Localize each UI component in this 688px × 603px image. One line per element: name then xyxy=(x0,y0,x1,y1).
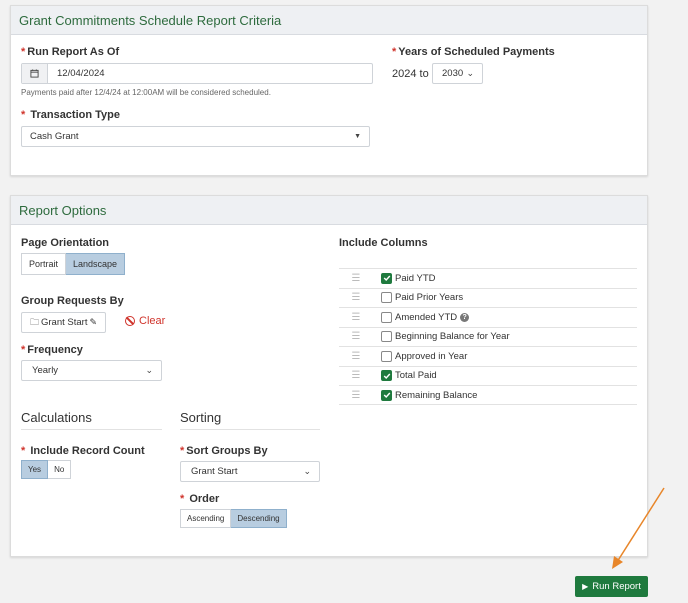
record-count-label: * Include Record Count xyxy=(21,445,145,457)
required-marker: * xyxy=(21,109,26,121)
check-icon xyxy=(383,275,390,282)
column-row: ☰ Beginning Balance for Year xyxy=(339,326,637,347)
column-label: Beginning Balance for Year xyxy=(395,331,510,343)
drag-handle-icon[interactable]: ☰ xyxy=(341,292,371,303)
drag-handle-icon[interactable]: ☰ xyxy=(341,370,371,381)
group-by-button[interactable]: 🗀 Grant Start ✎ xyxy=(21,312,106,333)
drag-handle-icon[interactable]: ☰ xyxy=(341,331,371,342)
column-label: Remaining Balance xyxy=(395,389,478,401)
column-checkbox[interactable] xyxy=(381,292,392,304)
clear-label: Clear xyxy=(139,315,166,327)
play-icon: ▶ xyxy=(582,582,589,591)
orientation-landscape-button[interactable]: Landscape xyxy=(66,253,126,275)
caret-down-icon: ▼ xyxy=(354,133,361,140)
drag-handle-icon[interactable]: ☰ xyxy=(341,312,371,323)
calendar-icon[interactable] xyxy=(22,64,48,83)
group-by-value: Grant Start xyxy=(41,317,88,328)
order-toggle: Ascending Descending xyxy=(180,509,287,528)
column-row: ☰ Total Paid xyxy=(339,365,637,386)
required-marker: * xyxy=(21,344,26,356)
column-row: ☰ Remaining Balance xyxy=(339,385,637,405)
page-orientation-label: Page Orientation xyxy=(21,237,110,249)
column-checkbox[interactable] xyxy=(381,350,392,362)
run-as-of-label: * Run Report As Of xyxy=(21,46,120,58)
order-ascending-button[interactable]: Ascending xyxy=(180,509,232,528)
frequency-label: * Frequency xyxy=(21,344,83,356)
record-count-toggle: Yes No xyxy=(21,460,72,479)
run-report-button[interactable]: ▶ Run Report xyxy=(575,576,648,597)
columns-bottom-divider xyxy=(339,404,637,405)
report-options-header: Report Options xyxy=(11,196,647,225)
criteria-title: Grant Commitments Schedule Report Criter… xyxy=(19,12,282,28)
years-to-value: 2030 xyxy=(442,68,464,79)
column-checkbox[interactable] xyxy=(381,370,392,382)
column-checkbox[interactable] xyxy=(381,272,392,284)
ban-icon xyxy=(125,316,135,326)
clear-group-button[interactable]: Clear xyxy=(125,315,165,327)
folder-icon: 🗀 xyxy=(29,316,39,327)
include-columns-label: Include Columns xyxy=(339,237,428,249)
column-row: ☰ Paid YTD xyxy=(339,268,637,288)
orientation-portrait-button[interactable]: Portrait xyxy=(21,253,67,275)
column-label: Total Paid xyxy=(395,370,437,382)
sort-groups-label: * Sort Groups By xyxy=(180,445,268,457)
chevron-down-icon: ⌄ xyxy=(303,466,311,476)
run-as-of-value: 12/04/2024 xyxy=(57,68,105,79)
drag-handle-icon[interactable]: ☰ xyxy=(341,273,371,284)
column-checkbox[interactable] xyxy=(381,389,392,401)
record-count-yes-button[interactable]: Yes xyxy=(21,460,49,479)
drag-handle-icon[interactable]: ☰ xyxy=(341,390,371,401)
column-label: Approved in Year xyxy=(395,350,468,362)
run-report-label: Run Report xyxy=(592,581,641,592)
run-as-of-help: Payments paid after 12/4/24 at 12:00AM w… xyxy=(21,88,271,97)
column-row: ☰ Approved in Year xyxy=(339,346,637,366)
required-marker: * xyxy=(21,445,26,457)
sort-groups-value: Grant Start xyxy=(191,466,238,477)
criteria-panel: Grant Commitments Schedule Report Criter… xyxy=(10,5,648,176)
drag-handle-icon[interactable]: ☰ xyxy=(341,351,371,362)
run-as-of-date-input[interactable]: 12/04/2024 xyxy=(21,63,373,84)
required-marker: * xyxy=(180,445,185,457)
chevron-down-icon: ⌄ xyxy=(145,365,153,375)
required-marker: * xyxy=(180,493,185,505)
required-marker: * xyxy=(21,46,26,58)
orientation-toggle: Portrait Landscape xyxy=(21,253,126,275)
years-to-select[interactable]: 2030 ⌄ xyxy=(432,63,483,84)
sort-groups-select[interactable]: Grant Start ⌄ xyxy=(180,461,320,482)
help-icon[interactable]: ? xyxy=(460,312,470,322)
check-icon xyxy=(383,373,390,379)
frequency-select[interactable]: Yearly ⌄ xyxy=(21,360,162,381)
transaction-type-label: * Transaction Type xyxy=(21,109,120,121)
column-row: ☰ Paid Prior Years xyxy=(339,287,637,308)
group-requests-label: Group Requests By xyxy=(21,295,124,307)
required-marker: * xyxy=(392,46,397,58)
column-checkbox[interactable] xyxy=(381,311,392,323)
transaction-type-value: Cash Grant xyxy=(30,131,79,142)
annotation-arrow xyxy=(612,487,665,569)
check-icon xyxy=(383,392,390,399)
criteria-panel-header: Grant Commitments Schedule Report Criter… xyxy=(11,6,647,35)
calculations-title: Calculations xyxy=(21,410,162,430)
column-label: Amended YTD xyxy=(395,311,458,323)
chevron-down-icon: ⌄ xyxy=(466,68,474,78)
years-label: * Years of Scheduled Payments xyxy=(392,46,555,58)
transaction-type-select[interactable]: Cash Grant ▼ xyxy=(21,126,370,147)
report-options-title: Report Options xyxy=(19,202,107,218)
frequency-value: Yearly xyxy=(32,365,59,376)
order-descending-button[interactable]: Descending xyxy=(231,509,287,528)
sorting-title: Sorting xyxy=(180,410,320,430)
pencil-icon: ✎ xyxy=(89,317,98,327)
column-checkbox[interactable] xyxy=(381,331,392,343)
column-label: Paid Prior Years xyxy=(395,292,464,304)
order-label: * Order xyxy=(180,493,220,505)
column-row: ☰ Amended YTD? xyxy=(339,307,637,327)
column-label: Paid YTD xyxy=(395,272,436,284)
report-options-panel: Report Options Page Orientation Portrait… xyxy=(10,195,648,557)
years-from-text: 2024 to xyxy=(392,68,429,80)
record-count-no-button[interactable]: No xyxy=(48,460,72,479)
